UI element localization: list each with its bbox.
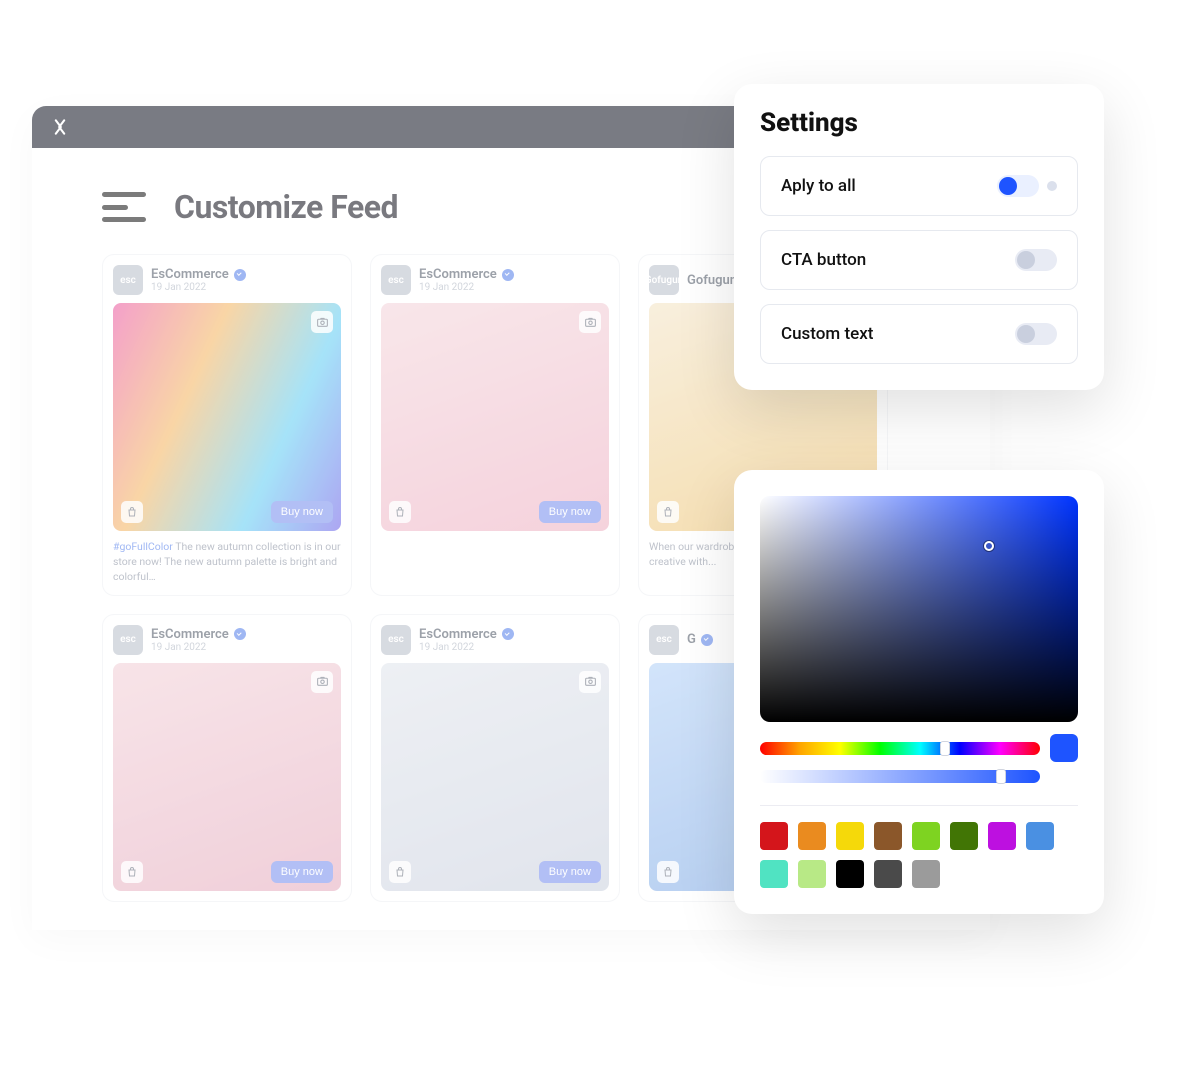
avatar: esc [649, 625, 679, 655]
buy-now-button[interactable]: Buy now [271, 501, 333, 523]
feed-card[interactable]: esc EsCommerce 19 Jan 2022 [102, 614, 352, 902]
post-date: 19 Jan 2022 [419, 642, 514, 653]
color-swatch[interactable] [836, 822, 864, 850]
buy-now-button[interactable]: Buy now [539, 861, 601, 883]
color-swatch[interactable] [1026, 822, 1054, 850]
color-swatch[interactable] [988, 822, 1016, 850]
avatar: esc [113, 265, 143, 295]
verified-badge-icon [234, 269, 246, 281]
hue-slider[interactable] [760, 742, 1040, 755]
brand-label: Gofugun [687, 273, 737, 288]
post-date: 19 Jan 2022 [151, 642, 246, 653]
feed-card[interactable]: esc EsCommerce 19 Jan 2022 [370, 614, 620, 902]
post-thumbnail[interactable]: Buy now [113, 303, 341, 531]
color-swatch[interactable] [836, 860, 864, 888]
feed-card[interactable]: esc EsCommerce 19 Jan 2022 [370, 254, 620, 596]
brand-name: EsCommerce [419, 627, 514, 642]
camera-icon [311, 311, 333, 333]
brand-name: EsCommerce [419, 267, 514, 282]
avatar: Gofugun [649, 265, 679, 295]
card-header: esc EsCommerce 19 Jan 2022 [113, 265, 341, 295]
brand-name: EsCommerce [151, 627, 246, 642]
setting-label: CTA button [781, 250, 866, 270]
color-preview-swatch [1050, 734, 1078, 762]
saturation-value-area[interactable] [760, 496, 1078, 722]
menu-icon[interactable] [102, 192, 146, 222]
brand-label: EsCommerce [151, 627, 229, 642]
brand-label: EsCommerce [419, 267, 497, 282]
post-thumbnail[interactable]: Buy now [381, 663, 609, 891]
setting-row: CTA button [760, 230, 1078, 290]
camera-icon [579, 671, 601, 693]
settings-title: Settings [760, 108, 1078, 138]
post-caption: #goFullColor The new autumn collection i… [113, 539, 341, 585]
hashtag[interactable]: #goFullColor [113, 540, 173, 553]
post-thumbnail[interactable]: Buy now [113, 663, 341, 891]
avatar: esc [381, 625, 411, 655]
verified-badge-icon [701, 634, 713, 646]
brand-label: G [687, 632, 696, 647]
alpha-handle[interactable] [996, 769, 1006, 784]
avatar: esc [113, 625, 143, 655]
sv-cursor[interactable] [984, 541, 994, 551]
color-swatch[interactable] [798, 822, 826, 850]
setting-row: Aply to all [760, 156, 1078, 216]
color-swatch[interactable] [874, 822, 902, 850]
card-header: esc EsCommerce 19 Jan 2022 [113, 625, 341, 655]
settings-panel: Settings Aply to all CTA button Custom t… [734, 84, 1104, 390]
color-swatch[interactable] [760, 860, 788, 888]
shopping-bag-icon [657, 501, 679, 523]
post-thumbnail[interactable]: Buy now [381, 303, 609, 531]
verified-badge-icon [234, 628, 246, 640]
setting-label: Custom text [781, 324, 873, 344]
color-swatch[interactable] [874, 860, 902, 888]
camera-icon [311, 671, 333, 693]
swatch-divider [760, 805, 1078, 806]
brand-name: G [687, 632, 713, 647]
toggle-switch[interactable] [997, 175, 1039, 197]
card-header: esc EsCommerce 19 Jan 2022 [381, 625, 609, 655]
swatch-grid [760, 822, 1078, 888]
toggle-secondary-dot [1047, 181, 1057, 191]
brand-label: EsCommerce [419, 627, 497, 642]
color-swatch[interactable] [950, 822, 978, 850]
verified-badge-icon [502, 269, 514, 281]
color-swatch[interactable] [760, 822, 788, 850]
camera-icon [579, 311, 601, 333]
shopping-bag-icon [389, 861, 411, 883]
shopping-bag-icon [389, 501, 411, 523]
post-date: 19 Jan 2022 [419, 282, 514, 293]
shopping-bag-icon [657, 861, 679, 883]
color-swatch[interactable] [912, 822, 940, 850]
color-picker-panel [734, 470, 1104, 914]
color-swatch[interactable] [798, 860, 826, 888]
card-header: esc EsCommerce 19 Jan 2022 [381, 265, 609, 295]
app-logo-icon [50, 117, 70, 137]
buy-now-button[interactable]: Buy now [539, 501, 601, 523]
setting-label: Aply to all [781, 176, 856, 196]
color-swatch[interactable] [912, 860, 940, 888]
shopping-bag-icon [121, 501, 143, 523]
feed-card[interactable]: esc EsCommerce 19 Jan 2022 [102, 254, 352, 596]
verified-badge-icon [502, 628, 514, 640]
brand-label: EsCommerce [151, 267, 229, 282]
alpha-slider[interactable] [760, 770, 1040, 783]
brand-name: EsCommerce [151, 267, 246, 282]
setting-row: Custom text [760, 304, 1078, 364]
avatar: esc [381, 265, 411, 295]
post-date: 19 Jan 2022 [151, 282, 246, 293]
toggle-switch[interactable] [1015, 249, 1057, 271]
hue-handle[interactable] [940, 741, 950, 756]
shopping-bag-icon [121, 861, 143, 883]
page-title: Customize Feed [174, 188, 398, 226]
toggle-switch[interactable] [1015, 323, 1057, 345]
buy-now-button[interactable]: Buy now [271, 861, 333, 883]
